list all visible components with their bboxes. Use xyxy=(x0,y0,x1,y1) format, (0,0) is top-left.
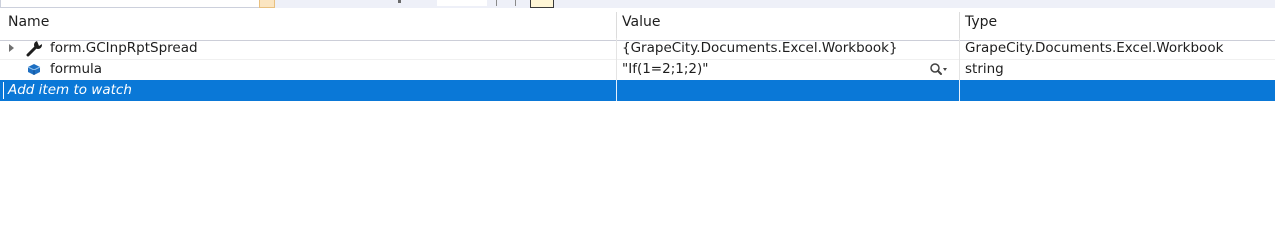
watch-type: string xyxy=(965,61,1004,77)
text-visualizer-search-icon[interactable] xyxy=(929,62,947,77)
toolbar-separator xyxy=(496,0,497,6)
watch-value[interactable]: "If(1=2;1;2)" xyxy=(622,61,708,77)
add-item-placeholder[interactable]: Add item to watch xyxy=(8,80,132,101)
watch-name[interactable]: form.GCInpRptSpread xyxy=(50,38,198,59)
add-item-row[interactable]: Add item to watch xyxy=(0,80,1275,101)
text-cursor xyxy=(3,82,4,99)
column-header-name[interactable]: Name xyxy=(0,12,617,40)
toolbar-separator-dot xyxy=(398,0,401,3)
watch-value[interactable]: {GrapeCity.Documents.Excel.Workbook} xyxy=(617,38,960,59)
watch-row-name-cell: form.GCInpRptSpread xyxy=(0,38,617,59)
add-item-name-cell[interactable]: Add item to watch xyxy=(0,80,617,101)
column-header-row: Name Value Type xyxy=(0,12,1275,41)
watch-row[interactable]: form.GCInpRptSpread {GrapeCity.Documents… xyxy=(0,38,1275,60)
watch-name[interactable]: formula xyxy=(50,59,102,80)
wrench-icon xyxy=(26,41,42,57)
expand-arrow-icon[interactable] xyxy=(9,44,14,52)
toolbar-separator xyxy=(515,0,516,6)
search-depth-input[interactable] xyxy=(437,0,487,6)
watch-value-cell: "If(1=2;1;2)" xyxy=(617,59,960,80)
watch-row-name-cell: formula xyxy=(0,59,617,80)
add-item-type-cell xyxy=(960,80,1275,101)
field-icon xyxy=(27,64,41,75)
add-item-value-cell xyxy=(617,80,960,101)
column-header-value[interactable]: Value xyxy=(617,12,960,40)
search-dropdown-button[interactable] xyxy=(259,0,275,8)
watch-type: GrapeCity.Documents.Excel.Workbook xyxy=(965,40,1224,56)
watch-row[interactable]: formula "If(1=2;1;2)" string xyxy=(0,59,1275,81)
column-header-type[interactable]: Type xyxy=(960,12,1275,40)
view-toggle-button[interactable] xyxy=(530,0,554,8)
watch-window-grid: Name Value Type form.GCInpRptSpread {Gra… xyxy=(0,8,1275,203)
watch-toolbar xyxy=(0,0,1275,8)
search-input[interactable] xyxy=(0,0,260,8)
